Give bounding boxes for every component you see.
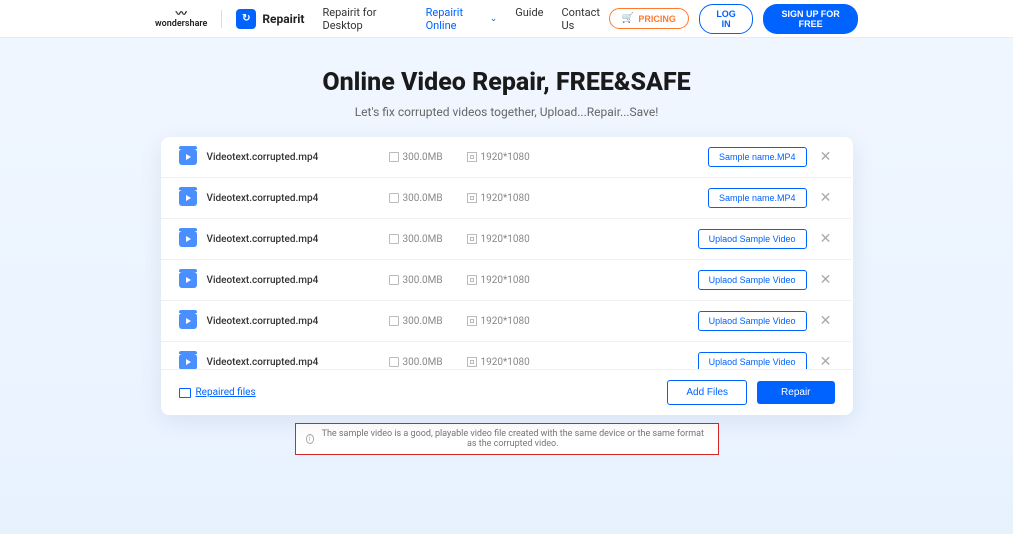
info-icon: i xyxy=(306,434,315,444)
video-file-icon xyxy=(179,354,197,369)
file-name: Videotext.corrupted.mp4 xyxy=(207,193,389,204)
divider xyxy=(221,10,222,28)
video-file-icon xyxy=(179,231,197,247)
file-row: Videotext.corrupted.mp4300.0MB1920*1080 S… xyxy=(161,178,851,219)
nav-guide[interactable]: Guide xyxy=(515,6,543,32)
expand-icon xyxy=(467,275,477,285)
file-resolution: 1920*1080 xyxy=(467,316,587,327)
pricing-button[interactable]: 🛒 PRICING xyxy=(609,8,689,29)
doc-icon xyxy=(389,357,399,367)
file-name: Videotext.corrupted.mp4 xyxy=(207,316,389,327)
file-resolution: 1920*1080 xyxy=(467,234,587,245)
sample-video-button[interactable]: Uplaod Sample Video xyxy=(698,311,807,331)
panel-footer: Repaired files Add Files Repair xyxy=(161,369,853,415)
nav-online-label: Repairit Online xyxy=(426,6,487,32)
file-size: 300.0MB xyxy=(389,152,467,163)
file-row: Videotext.corrupted.mp4300.0MB1920*1080 U… xyxy=(161,301,851,342)
pricing-label: PRICING xyxy=(638,14,676,24)
add-files-button[interactable]: Add Files xyxy=(667,380,747,405)
repairit-logo[interactable]: ↻ Repairit xyxy=(236,9,304,29)
close-icon[interactable]: ✕ xyxy=(819,149,833,165)
file-name: Videotext.corrupted.mp4 xyxy=(207,275,389,286)
expand-icon xyxy=(467,152,477,162)
expand-icon xyxy=(467,193,477,203)
video-file-icon xyxy=(179,149,197,165)
doc-icon xyxy=(389,275,399,285)
video-file-icon xyxy=(179,190,197,206)
file-panel: Videotext.corrupted.mp4300.0MB1920*1080S… xyxy=(161,137,853,415)
wondershare-label: wondershare xyxy=(155,20,207,29)
file-name: Videotext.corrupted.mp4 xyxy=(207,234,389,245)
nav-desktop[interactable]: Repairit for Desktop xyxy=(322,6,407,32)
info-text: The sample video is a good, playable vid… xyxy=(318,429,707,449)
header: 〰 wondershare ↻ Repairit Repairit for De… xyxy=(0,0,1013,38)
file-resolution: 1920*1080 xyxy=(467,193,587,204)
login-button[interactable]: LOG IN xyxy=(699,4,753,34)
file-resolution: 1920*1080 xyxy=(467,152,587,163)
sample-video-button[interactable]: Uplaod Sample Video xyxy=(698,270,807,290)
doc-icon xyxy=(389,152,399,162)
repairit-icon: ↻ xyxy=(236,9,256,29)
file-size: 300.0MB xyxy=(389,316,467,327)
nav-contact[interactable]: Contact Us xyxy=(562,6,609,32)
file-row: Videotext.corrupted.mp4300.0MB1920*1080 U… xyxy=(161,260,851,301)
repaired-files-link[interactable]: Repaired files xyxy=(179,387,256,398)
file-size: 300.0MB xyxy=(389,234,467,245)
sample-video-button[interactable]: Sample name.MP4 xyxy=(708,188,807,208)
signup-button[interactable]: SIGN UP FOR FREE xyxy=(763,4,858,34)
file-size: 300.0MB xyxy=(389,357,467,368)
file-size: 300.0MB xyxy=(389,193,467,204)
page-title: Online Video Repair, FREE&SAFE xyxy=(0,68,1013,97)
expand-icon xyxy=(467,234,477,244)
file-row: Videotext.corrupted.mp4300.0MB1920*1080 U… xyxy=(161,219,851,260)
video-file-icon xyxy=(179,272,197,288)
chevron-down-icon: ⌄ xyxy=(490,14,498,24)
file-row: Videotext.corrupted.mp4300.0MB1920*1080 U… xyxy=(161,342,851,369)
close-icon[interactable]: ✕ xyxy=(819,272,833,288)
info-bar: i The sample video is a good, playable v… xyxy=(295,423,719,455)
video-file-icon xyxy=(179,313,197,329)
close-icon[interactable]: ✕ xyxy=(819,313,833,329)
repaired-files-label: Repaired files xyxy=(196,387,256,398)
sample-video-button[interactable]: Uplaod Sample Video xyxy=(698,229,807,249)
header-right: 🛒 PRICING LOG IN SIGN UP FOR FREE xyxy=(609,4,858,34)
close-icon[interactable]: ✕ xyxy=(819,354,833,369)
nav-online[interactable]: Repairit Online ⌄ xyxy=(426,6,498,32)
repairit-label: Repairit xyxy=(262,12,304,26)
hero: Online Video Repair, FREE&SAFE Let's fix… xyxy=(0,38,1013,137)
doc-icon xyxy=(389,193,399,203)
file-name: Videotext.corrupted.mp4 xyxy=(207,357,389,368)
file-name: Videotext.corrupted.mp4 xyxy=(207,152,389,163)
expand-icon xyxy=(467,357,477,367)
cart-icon: 🛒 xyxy=(622,13,634,24)
file-size: 300.0MB xyxy=(389,275,467,286)
doc-icon xyxy=(389,316,399,326)
folder-icon xyxy=(179,388,191,398)
wondershare-logo[interactable]: 〰 wondershare xyxy=(155,8,207,29)
sample-video-button[interactable]: Uplaod Sample Video xyxy=(698,352,807,369)
file-resolution: 1920*1080 xyxy=(467,357,587,368)
close-icon[interactable]: ✕ xyxy=(819,190,833,206)
nav: Repairit for Desktop Repairit Online ⌄ G… xyxy=(322,6,608,32)
wondershare-icon: 〰 xyxy=(176,8,187,19)
page-subtitle: Let's fix corrupted videos together, Upl… xyxy=(0,105,1013,119)
close-icon[interactable]: ✕ xyxy=(819,231,833,247)
sample-video-button[interactable]: Sample name.MP4 xyxy=(708,147,807,167)
file-row: Videotext.corrupted.mp4300.0MB1920*1080 S… xyxy=(161,137,851,178)
file-resolution: 1920*1080 xyxy=(467,275,587,286)
expand-icon xyxy=(467,316,477,326)
doc-icon xyxy=(389,234,399,244)
repair-button[interactable]: Repair xyxy=(757,381,834,404)
file-list[interactable]: Videotext.corrupted.mp4300.0MB1920*1080S… xyxy=(161,137,853,369)
